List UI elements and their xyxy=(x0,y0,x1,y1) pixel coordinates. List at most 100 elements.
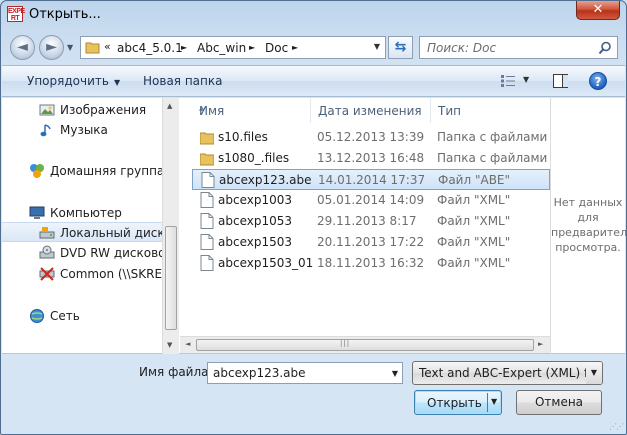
file-row[interactable]: abcexp1503 20.11.2013 17:22 Файл "XML" xyxy=(192,232,550,253)
app-icon: EXPE RT xyxy=(7,6,25,22)
cancel-button[interactable]: Отмена xyxy=(516,390,602,415)
breadcrumb-separator[interactable]: ► xyxy=(292,43,298,52)
folder-icon xyxy=(200,132,214,145)
content-area: Изображения Музыка Домашняя группа Компь… xyxy=(2,98,627,354)
window-title: Открыть... xyxy=(29,7,101,22)
sidebar-item-label: Сеть xyxy=(50,309,80,323)
address-dropdown-icon[interactable]: ▼ xyxy=(374,42,380,51)
file-date: 29.11.2013 8:17 xyxy=(317,214,417,228)
open-button-label: Открыть xyxy=(427,396,482,410)
breadcrumb-separator[interactable]: ► xyxy=(181,43,187,52)
sidebar-item-label: Музыка xyxy=(60,123,108,137)
refresh-button[interactable]: ⇆ xyxy=(388,36,413,59)
file-type: Файл "XML" xyxy=(437,214,511,228)
sidebar-item-computer[interactable]: Компьютер xyxy=(2,203,162,223)
search-placeholder: Поиск: Doc xyxy=(427,41,497,55)
sidebar-item-label: Компьютер xyxy=(50,206,122,220)
view-options-dropdown[interactable]: ▼ xyxy=(523,75,529,84)
sidebar-item-label: Домашняя группа xyxy=(50,164,162,178)
split-divider xyxy=(487,393,488,412)
open-file-dialog: EXPE RT Открыть... ✕ ◄ ► ▼ « abc4_5.0.1 ►… xyxy=(0,0,627,435)
file-type-filter[interactable]: Text and ABC-Expert (XML) files ▼ xyxy=(412,361,603,385)
file-list: ▲ Имя Дата изменения Тип s10.files 05.12… xyxy=(180,98,550,354)
forward-button[interactable]: ► xyxy=(39,35,64,60)
file-type: Файл "XML" xyxy=(437,193,511,207)
search-icon[interactable] xyxy=(598,41,612,55)
address-overflow[interactable]: « xyxy=(104,40,111,53)
new-folder-button[interactable]: Новая папка xyxy=(143,74,222,88)
file-type: Файл "XML" xyxy=(437,235,511,249)
help-icon[interactable]: ? xyxy=(589,72,607,90)
sidebar-item-label: Локальный диск (C xyxy=(60,226,162,240)
breadcrumb-segment[interactable]: abc4_5.0.1 xyxy=(117,41,183,55)
file-date: 18.11.2013 16:32 xyxy=(317,256,425,270)
command-toolbar: Упорядочить ▼ Новая папка ▼ ? xyxy=(2,65,625,97)
file-list-scrollbar[interactable]: ◄ ||| ► xyxy=(180,336,550,353)
file-name: s1080_.files xyxy=(218,151,290,165)
scroll-up-icon[interactable]: ▲ xyxy=(167,102,172,110)
column-header-date[interactable]: Дата изменения xyxy=(311,98,431,123)
navigation-pane: Изображения Музыка Домашняя группа Компь… xyxy=(2,98,162,354)
sidebar-item-network-drive[interactable]: Common (\\SKREB xyxy=(2,264,162,284)
scrollbar-thumb[interactable] xyxy=(165,226,177,330)
file-name: s10.files xyxy=(218,130,268,144)
music-icon xyxy=(40,124,51,137)
sidebar-item-label: Common (\\SKREB xyxy=(60,267,162,281)
breadcrumb-separator[interactable]: ► xyxy=(249,43,255,52)
file-type-filter-value: Text and ABC-Expert (XML) files xyxy=(419,366,603,380)
scroll-down-icon[interactable]: ▼ xyxy=(167,341,172,349)
document-icon xyxy=(200,234,214,250)
file-date: 13.12.2013 16:48 xyxy=(317,151,425,165)
column-header-label: Дата изменения xyxy=(318,104,422,118)
scrollbar-grip-icon: ||| xyxy=(340,339,351,347)
chevron-down-icon[interactable]: ▼ xyxy=(586,362,602,384)
chevron-down-icon[interactable]: ▼ xyxy=(392,369,398,378)
chevron-down-icon: ▼ xyxy=(113,78,121,87)
folder-icon xyxy=(200,153,214,166)
file-type: Файл "XML" xyxy=(437,256,511,270)
resize-grip-icon[interactable]: ⋰⋰ xyxy=(609,422,624,431)
dvd-drive-icon xyxy=(39,245,55,259)
back-button[interactable]: ◄ xyxy=(10,35,35,60)
sidebar-item-music[interactable]: Музыка xyxy=(2,120,162,140)
filename-field[interactable]: abcexp123.abe ▼ xyxy=(207,362,403,384)
preview-pane-icon[interactable] xyxy=(553,74,568,88)
navigation-pane-scrollbar[interactable]: ▲ ▼ xyxy=(162,98,179,354)
scroll-right-icon[interactable]: ► xyxy=(538,340,543,348)
sidebar-item-network[interactable]: Сеть xyxy=(2,306,162,326)
column-header-name[interactable]: ▲ Имя xyxy=(192,98,311,123)
file-row[interactable]: abcexp1503_01 18.11.2013 16:32 Файл "XML… xyxy=(192,253,550,274)
sidebar-item-label: DVD RW дисковод xyxy=(60,246,162,260)
file-date: 05.01.2014 14:09 xyxy=(317,193,425,207)
file-date: 05.12.2013 13:39 xyxy=(317,130,425,144)
document-icon xyxy=(200,255,214,271)
title-bar: EXPE RT Открыть... ✕ xyxy=(1,1,626,30)
file-row-selected[interactable]: abcexp123.abe 14.01.2014 17:37 Файл "ABE… xyxy=(192,169,550,190)
homegroup-icon xyxy=(30,164,44,178)
preview-message: Нет данных для предварительного просмотр… xyxy=(551,196,627,254)
open-options-dropdown[interactable]: ▼ xyxy=(491,397,497,406)
computer-icon xyxy=(29,206,45,219)
breadcrumb-segment[interactable]: Abc_win xyxy=(197,41,246,55)
file-row[interactable]: abcexp1003 05.01.2014 14:09 Файл "XML" xyxy=(192,190,550,211)
file-row[interactable]: abcexp1053 29.11.2013 8:17 Файл "XML" xyxy=(192,211,550,232)
document-icon xyxy=(200,213,214,229)
search-input[interactable]: Поиск: Doc xyxy=(419,36,618,59)
sidebar-item-dvd-drive[interactable]: DVD RW дисковод xyxy=(2,243,162,263)
column-header-type[interactable]: Тип xyxy=(431,98,550,123)
sidebar-item-homegroup[interactable]: Домашняя группа xyxy=(2,161,162,181)
recent-locations-dropdown[interactable]: ▼ xyxy=(67,43,73,52)
file-row[interactable]: s1080_.files 13.12.2013 16:48 Папка с фа… xyxy=(192,148,550,169)
folder-icon xyxy=(85,42,100,54)
address-bar[interactable]: « abc4_5.0.1 ► Abc_win ► Doc ► ▼ xyxy=(80,36,386,59)
scroll-left-icon[interactable]: ◄ xyxy=(185,340,190,348)
breadcrumb-segment[interactable]: Doc xyxy=(265,41,288,55)
organize-button[interactable]: Упорядочить ▼ xyxy=(27,74,120,88)
open-button[interactable]: Открыть ▼ xyxy=(414,390,502,415)
sidebar-item-local-disk[interactable]: Локальный диск (C xyxy=(2,222,162,242)
close-button[interactable]: ✕ xyxy=(576,1,620,20)
scrollbar-thumb[interactable] xyxy=(196,339,534,351)
sidebar-item-pictures[interactable]: Изображения xyxy=(2,100,162,120)
file-row[interactable]: s10.files 05.12.2013 13:39 Папка с файла… xyxy=(192,127,550,148)
view-options-icon[interactable] xyxy=(501,75,515,87)
